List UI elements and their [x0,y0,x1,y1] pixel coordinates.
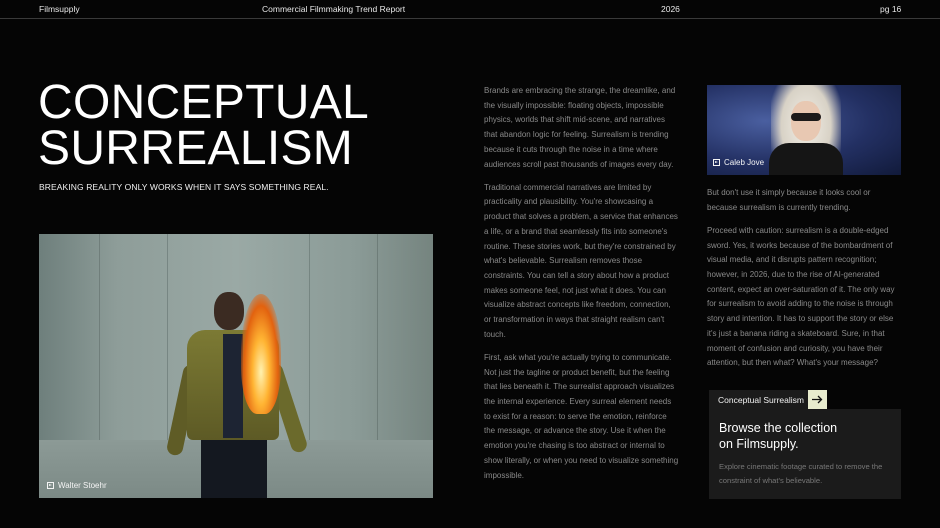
collection-link-box[interactable]: Browse the collection on Filmsupply. Exp… [709,409,901,499]
page-subtitle: BREAKING REALITY ONLY WORKS WHEN IT SAYS… [39,182,329,192]
woman-sunglasses-photo: Caleb Jove [707,85,901,175]
top-bar: Filmsupply Commercial Filmmaking Trend R… [0,0,940,19]
paragraph: Proceed with caution: surrealism is a do… [707,225,895,368]
page-title: CONCEPTUAL SURREALISM [38,76,370,175]
photo-credit-name: Caleb Jove [724,158,765,167]
body-column-middle: Brands are embracing the strange, the dr… [484,84,680,492]
photo-credit: Caleb Jove [713,158,764,167]
paragraph: Brands are embracing the strange, the dr… [484,86,676,169]
paragraph: First, ask what you're actually trying t… [484,352,679,480]
photo-credit: Walter Stoehr [47,481,107,490]
report-year: 2026 [661,4,680,14]
play-icon [47,482,54,489]
paragraph: Traditional commercial narratives are li… [484,182,678,339]
burning-man-photo: Walter Stoehr [39,234,433,498]
page-title-line-1: CONCEPTUAL [38,76,370,129]
collection-tag[interactable]: Conceptual Surrealism [709,390,808,409]
arrow-right-icon[interactable] [808,390,827,409]
report-title: Commercial Filmmaking Trend Report [262,4,406,14]
arrow-right-icon-svg [812,395,823,404]
page-number: pg 16 [880,4,902,14]
flame-graphic [241,294,281,414]
page-title-line-2: SURREALISM [38,122,354,175]
collection-callout[interactable]: Conceptual Surrealism Browse the collect… [709,390,901,499]
brand-name[interactable]: Filmsupply [39,4,80,14]
body-column-right: But don't use it simply because it looks… [707,186,901,379]
paragraph: But don't use it simply because it looks… [707,188,871,212]
play-icon [713,159,720,166]
collection-heading[interactable]: Browse the collection on Filmsupply. [719,420,839,452]
collection-description: Explore cinematic footage curated to rem… [719,462,883,485]
photo-credit-name: Walter Stoehr [58,481,107,490]
